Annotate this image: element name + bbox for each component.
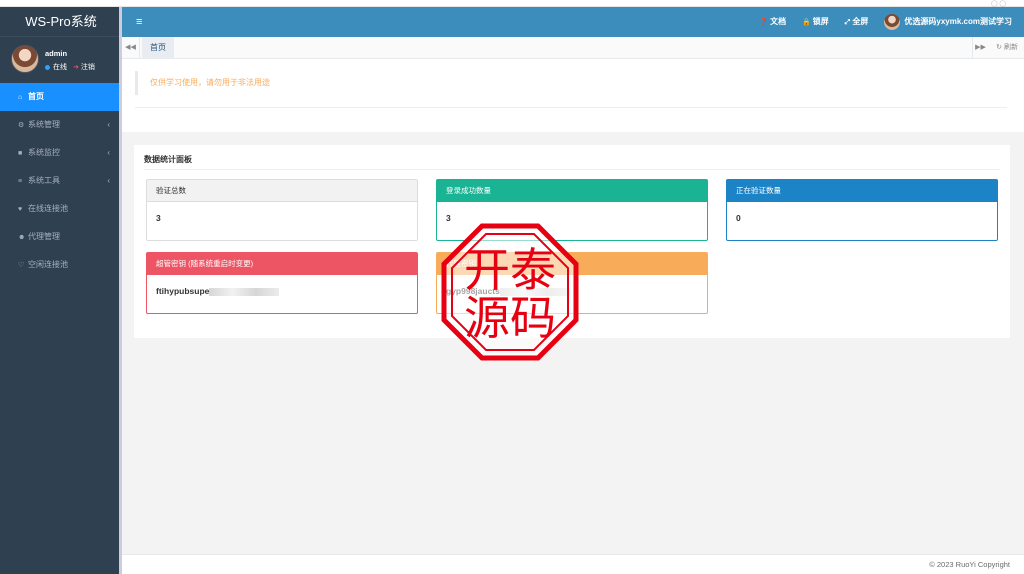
heartbeat-icon: ♥	[18, 206, 23, 213]
docs-link[interactable]: ❓ 文档	[759, 7, 786, 38]
chevron-left-icon: ‹	[107, 176, 110, 185]
docs-label: 文档	[770, 16, 787, 26]
fullscreen-link[interactable]: ⤢ 全屏	[845, 7, 869, 38]
card-admin-key: 超管密钥 (随系统重启时变更) ftihypubsupe	[146, 252, 418, 314]
card-title: 正在验证数量	[727, 180, 997, 202]
sidebar-item-label: 系统监控	[28, 148, 60, 157]
refresh-label: 刷新	[1004, 44, 1018, 51]
sidebar-item-label: 空闲连接池	[28, 260, 68, 269]
card-title: 超管密钥 (随系统重启时变更)	[147, 253, 417, 275]
status-online: 在线	[53, 64, 67, 71]
sidebar-menu: ⌂ 首页 ⚙ 系统管理 ‹ ■ 系统监控 ‹ ≡ 系统工具 ‹ ♥ 在线连接池 ☻ 代理管理 ♡ 空…	[0, 83, 122, 279]
tabs-bar: ◀◀ 首页 ▶▶ ↻ 刷新	[122, 37, 1024, 59]
header-nav: ❓ 文档 🔒 锁屏 ⤢ 全屏 优选源码yxymk.com测试学习	[759, 7, 1012, 37]
redacted-mask	[209, 287, 280, 296]
sidebar-item-label: 系统管理	[28, 120, 60, 129]
card-total-verifications: 验证总数 3	[146, 179, 418, 241]
chevron-left-icon: ‹	[107, 120, 110, 129]
scroll-right-icon[interactable]: ▶▶	[972, 37, 988, 59]
lock-icon: 🔒	[802, 18, 811, 26]
sidebar-item-label: 首页	[28, 92, 44, 101]
bars-icon: ≡	[18, 178, 23, 185]
card-title: 验证总数	[147, 180, 417, 202]
stamp-text-top: 开泰	[464, 243, 556, 297]
users-icon: ☻	[18, 234, 26, 241]
account-label: 优选源码yxymk.com测试学习	[904, 17, 1012, 26]
browser-top-strip: ◯ ◯	[0, 0, 1024, 7]
sidebar-item-system-tools[interactable]: ≡ 系统工具 ‹	[0, 167, 122, 195]
notice-text: 仅供学习使用，请勿用于非法用途	[135, 71, 1007, 95]
home-icon: ⌂	[18, 94, 23, 101]
user-name: admin	[45, 49, 68, 58]
lock-screen-link[interactable]: 🔒 锁屏	[802, 7, 829, 38]
expand-icon: ⤢	[844, 18, 851, 26]
sidebar-item-label: 在线连接池	[28, 204, 68, 213]
sidebar-item-proxy-management[interactable]: ☻ 代理管理	[0, 223, 122, 251]
brand-title: WS-Pro系统	[0, 7, 122, 37]
divider	[135, 107, 1007, 108]
card-value: 3	[156, 213, 161, 223]
refresh-button[interactable]: ↻ 刷新	[996, 37, 1018, 59]
sidebar-item-system-management[interactable]: ⚙ 系统管理 ‹	[0, 111, 122, 139]
menu-toggle-icon[interactable]: ≡	[136, 7, 142, 37]
avatar	[884, 13, 901, 30]
refresh-icon: ↻	[996, 44, 1003, 51]
avatar[interactable]	[11, 45, 39, 73]
sidebar-item-online-pool[interactable]: ♥ 在线连接池	[0, 195, 122, 223]
notice-box: 仅供学习使用，请勿用于非法用途	[122, 59, 1024, 132]
window-controls-icon: ◯ ◯	[990, 1, 1006, 7]
sidebar-item-idle-pool[interactable]: ♡ 空闲连接池	[0, 251, 122, 279]
logout-link[interactable]: 注销	[81, 64, 95, 71]
tab-home[interactable]: 首页	[142, 37, 174, 59]
footer: © 2023 RuoYi Copyright	[122, 554, 1024, 574]
online-dot-icon	[45, 64, 50, 70]
card-value: ftihypubsupe	[156, 286, 210, 296]
user-panel: admin 在线 ➔ 注销	[0, 37, 122, 83]
account-menu[interactable]: 优选源码yxymk.com测试学习	[884, 7, 1012, 37]
lock-label: 锁屏	[812, 16, 829, 26]
top-header: ≡ ❓ 文档 🔒 锁屏 ⤢ 全屏 优选源码yxymk.com测试学习	[122, 7, 1024, 37]
fullscreen-label: 全屏	[852, 16, 869, 26]
card-title: 登录成功数量	[437, 180, 707, 202]
stamp-text-bottom: 源码	[464, 291, 556, 345]
sidebar-item-home[interactable]: ⌂ 首页	[0, 83, 122, 111]
scroll-left-icon[interactable]: ◀◀	[122, 37, 140, 59]
question-icon: ❓	[759, 18, 769, 26]
panel-title: 数据统计面板	[144, 155, 192, 164]
sidebar-item-label: 代理管理	[28, 232, 60, 241]
user-status: 在线 ➔ 注销	[45, 62, 95, 72]
logout-icon[interactable]: ➔	[73, 64, 79, 71]
watermark-stamp: 开泰 源码	[441, 223, 579, 361]
copyright-text: © 2023 RuoYi Copyright	[929, 560, 1010, 569]
card-value: 0	[736, 213, 741, 223]
sidebar: WS-Pro系统 admin 在线 ➔ 注销 ⌂ 首页 ⚙ 系统管理 ‹ ■ 系统监控 ‹ ≡…	[0, 7, 122, 574]
chevron-left-icon: ‹	[107, 148, 110, 157]
sidebar-item-label: 系统工具	[28, 176, 60, 185]
card-verifying: 正在验证数量 0	[726, 179, 998, 241]
video-icon: ■	[18, 150, 23, 157]
sidebar-item-system-monitor[interactable]: ■ 系统监控 ‹	[0, 139, 122, 167]
divider	[144, 169, 1000, 170]
gear-icon: ⚙	[18, 122, 25, 129]
card-value-wrap: ftihypubsupe	[147, 275, 417, 307]
heart-icon: ♡	[18, 262, 25, 269]
